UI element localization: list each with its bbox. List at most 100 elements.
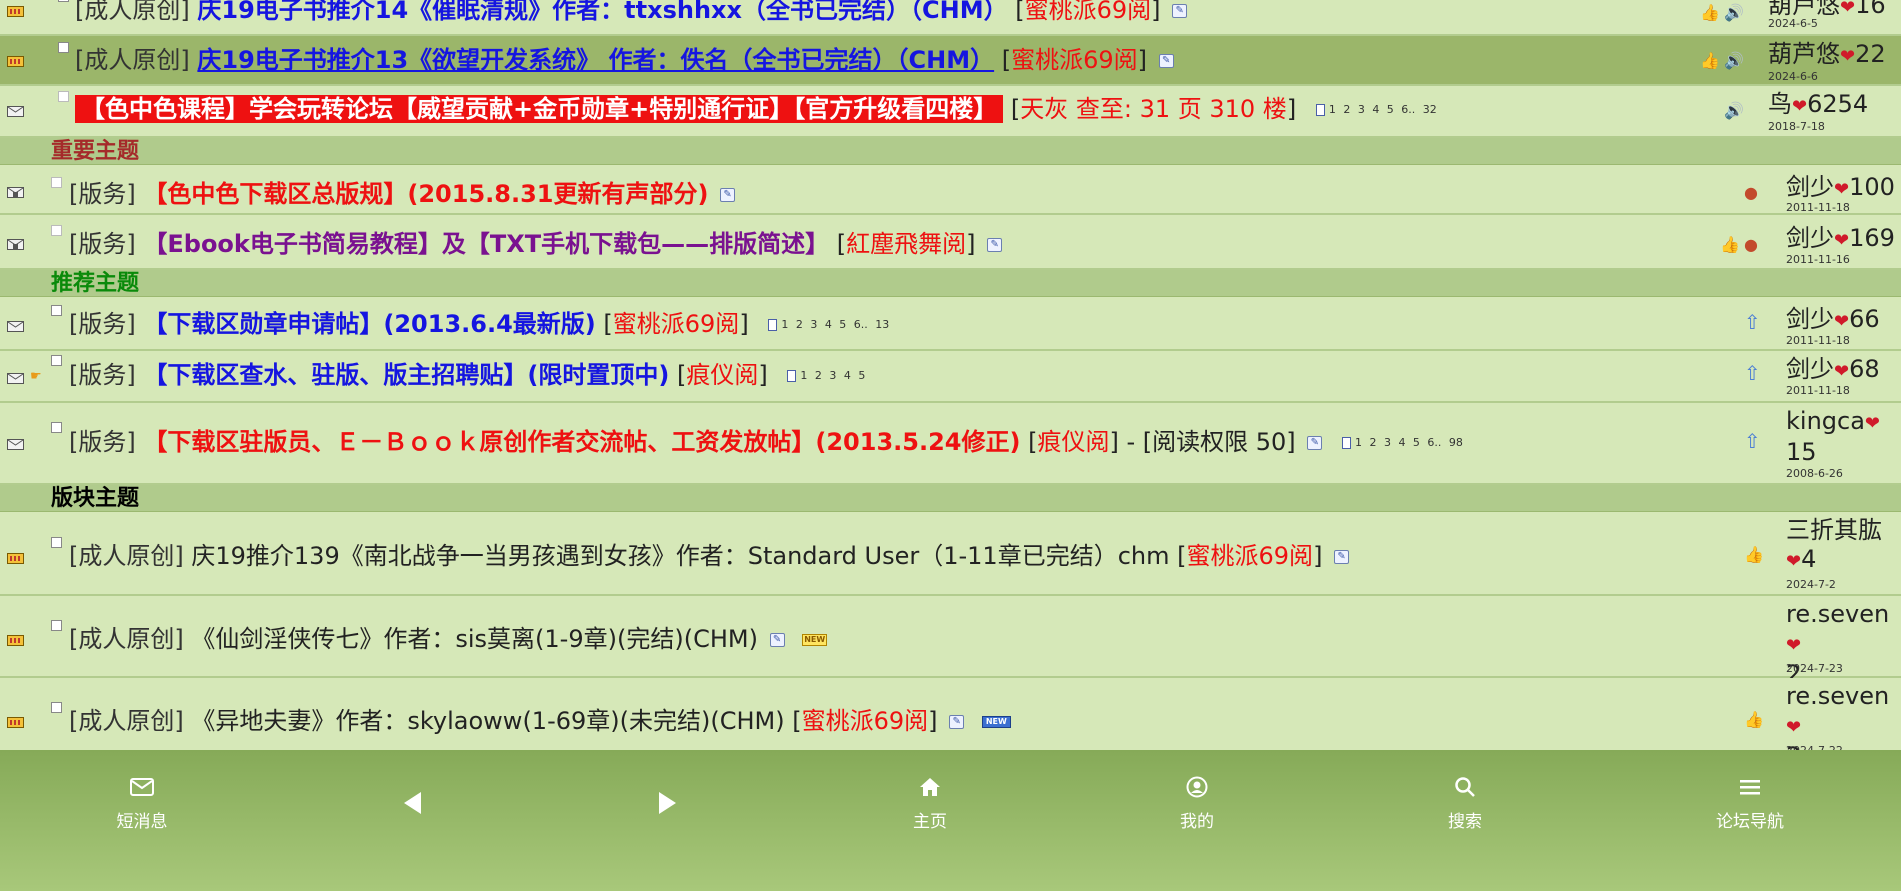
reader-label[interactable]: 蜜桃派69阅	[1011, 46, 1138, 74]
heart-icon: ❤	[1786, 717, 1802, 738]
reply-count: 169	[1849, 224, 1895, 252]
reader-label[interactable]: 蜜桃派69阅	[802, 707, 929, 735]
thread-tag[interactable]: [成人原创]	[69, 542, 184, 570]
thread-title[interactable]: 【下载区驻版员、Ｅ－Ｂｏｏｋ原创作者交流帖、工资发放帖】(2013.5.24修正…	[143, 428, 1020, 456]
post-date: 2024-6-6	[1768, 70, 1818, 83]
thumbs-up-icon: 👍	[1720, 235, 1740, 254]
heart-icon: ❤	[1786, 551, 1802, 572]
nav-mine[interactable]: 我的	[1137, 774, 1257, 832]
select-checkbox[interactable]	[51, 355, 62, 366]
post-date: 2024-7-2	[1786, 578, 1836, 591]
nav-home-label: 主页	[913, 812, 947, 832]
reader-label[interactable]: 蜜桃派69阅	[1025, 0, 1152, 24]
post-date: 2011-11-18	[1786, 384, 1850, 397]
post-date: 2024-7-23	[1786, 662, 1843, 675]
thread-tag[interactable]: [成人原创]	[69, 707, 184, 735]
thread-title[interactable]: 庆19电子书推介13《欲望开发系统》 作者：佚名（全书已完结）（CHM）	[197, 46, 994, 74]
thread-tag[interactable]: [成人原创]	[69, 625, 184, 653]
thread-tag[interactable]: [成人原创]	[75, 46, 190, 74]
thread-tag[interactable]: [成人原创]	[75, 0, 190, 24]
arrow-up-icon: ⇧	[1744, 361, 1761, 385]
thread-tag[interactable]: [版务]	[69, 180, 136, 208]
heart-icon: ❤	[1840, 0, 1856, 18]
thread-row[interactable]: [成人原创] 庆19推介139《南北战争一当男孩遇到女孩》作者：Standard…	[0, 512, 1901, 596]
heart-icon: ❤	[1834, 311, 1850, 332]
thread-row[interactable]: [成人原创] 《仙剑淫侠传七》作者：sis莫离(1-9章)(完结)(CHM) ✎…	[0, 596, 1901, 688]
reader-label[interactable]: 紅塵飛舞阅	[846, 230, 966, 258]
thread-list: [成人原创] 庆19电子书推介14《催眠清规》作者：ttxshhxx（全书已完结…	[0, 0, 1901, 750]
thread-title[interactable]: 【下载区查水、驻版、版主招聘贴】(限时置顶中)	[143, 361, 669, 389]
post-date: 2011-11-16	[1786, 253, 1850, 266]
page-links[interactable]: 1 2 3 4 5 6.. 98	[1355, 436, 1463, 449]
author-name[interactable]: 剑少	[1786, 305, 1834, 333]
author-name[interactable]: re.seven	[1786, 600, 1889, 628]
folder-new-icon	[7, 321, 24, 332]
thread-row[interactable]: [版务] 【色中色下载区总版规】(2015.8.31更新有声部分) ✎ ● 剑少…	[0, 165, 1901, 215]
author-name[interactable]: re.seven	[1786, 682, 1889, 710]
thread-row[interactable]: [版务] 【下载区驻版员、Ｅ－Ｂｏｏｋ原创作者交流帖、工资发放帖】(2013.5…	[0, 403, 1901, 485]
thread-title[interactable]: 【色中色下载区总版规】(2015.8.31更新有声部分)	[143, 180, 708, 208]
select-checkbox[interactable]	[51, 702, 62, 713]
reader-label[interactable]: 蜜桃派69阅	[1187, 542, 1314, 570]
reader-label[interactable]: 痕仪阅	[686, 361, 758, 389]
select-checkbox[interactable]	[51, 620, 62, 631]
author-name[interactable]: 葫芦悠	[1768, 40, 1840, 68]
thread-title[interactable]: 庆19推介139《南北战争一当男孩遇到女孩》作者：Standard User（1…	[191, 542, 1169, 570]
folder-locked-icon	[7, 187, 24, 198]
author-name[interactable]: 三折其肱	[1786, 516, 1882, 544]
thread-title[interactable]: 《仙剑淫侠传七》作者：sis莫离(1-9章)(完结)(CHM)	[191, 625, 758, 653]
select-checkbox[interactable]	[51, 177, 62, 188]
select-checkbox[interactable]	[51, 225, 62, 236]
nav-home[interactable]: 主页	[870, 774, 990, 832]
heart-icon: ❤	[1864, 413, 1881, 434]
nav-back[interactable]	[353, 790, 473, 823]
select-checkbox[interactable]	[58, 42, 69, 53]
folder-new-icon	[7, 439, 24, 450]
thread-tag[interactable]: [版务]	[69, 230, 136, 258]
thread-title[interactable]: 《异地夫妻》作者：skylaoww(1-69章)(未完结)(CHM)	[191, 707, 784, 735]
edit-icon: ✎	[949, 715, 965, 729]
reply-count: 6254	[1807, 90, 1869, 118]
select-checkbox[interactable]	[58, 0, 69, 2]
author-name[interactable]: 剑少	[1786, 355, 1834, 383]
thread-row[interactable]: [版务] 【下载区勋章申请帖】(2013.6.4最新版) [蜜桃派69阅] 1 …	[0, 297, 1901, 351]
thread-row[interactable]: [成人原创] 庆19电子书推介14《催眠清规》作者：ttxshhxx（全书已完结…	[0, 0, 1901, 36]
reply-count: 16	[1855, 0, 1886, 19]
nav-forum[interactable]: 论坛导航	[1690, 774, 1810, 832]
reader-label[interactable]: 痕仪阅	[1037, 428, 1109, 456]
home-icon	[920, 778, 940, 796]
select-checkbox[interactable]	[51, 422, 62, 433]
nav-search[interactable]: 搜索	[1405, 774, 1525, 832]
thread-row[interactable]: [成人原创] 庆19电子书推介13《欲望开发系统》 作者：佚名（全书已完结）（C…	[0, 36, 1901, 86]
arrow-right-icon	[659, 792, 676, 814]
page-links[interactable]: 1 2 3 4 5 6.. 13	[781, 318, 889, 331]
thread-title[interactable]: 【下载区勋章申请帖】(2013.6.4最新版)	[143, 310, 595, 338]
select-checkbox[interactable]	[51, 305, 62, 316]
page-links[interactable]: 1 2 3 4 5 6.. 32	[1329, 103, 1437, 116]
folder-locked-icon	[7, 239, 24, 250]
page-links[interactable]: 1 2 3 4 5	[800, 369, 865, 382]
thread-tag[interactable]: [版务]	[69, 310, 136, 338]
arrow-left-icon	[404, 792, 421, 814]
thread-row[interactable]: 【色中色课程】学会玩转论坛【威望贡献+金币勋章+特别通行证】【官方升级看四楼】 …	[0, 86, 1901, 138]
nav-forward[interactable]	[607, 790, 727, 823]
author-name[interactable]: 鸟	[1768, 90, 1792, 118]
author-name[interactable]: 剑少	[1786, 173, 1834, 201]
page-icon	[1341, 437, 1351, 449]
thread-row[interactable]: ☛ [版务] 【下载区查水、驻版、版主招聘贴】(限时置顶中) [痕仪阅] 1 2…	[0, 351, 1901, 403]
select-checkbox[interactable]	[51, 537, 62, 548]
author-name[interactable]: kingca	[1786, 407, 1865, 435]
author-name[interactable]: 剑少	[1786, 224, 1834, 252]
thread-row[interactable]: [版务] 【Ebook电子书简易教程】及【TXT手机下载包——排版简述】 [紅塵…	[0, 215, 1901, 270]
thread-title[interactable]: 【Ebook电子书简易教程】及【TXT手机下载包——排版简述】	[143, 230, 829, 258]
thread-row[interactable]: [成人原创] 《异地夫妻》作者：skylaoww(1-69章)(未完结)(CHM…	[0, 678, 1901, 750]
last-page-info[interactable]: 天灰 查至: 31 页 310 楼	[1020, 95, 1287, 123]
thread-tag[interactable]: [版务]	[69, 361, 136, 389]
nav-messages[interactable]: 短消息	[82, 774, 202, 832]
thread-tag[interactable]: [版务]	[69, 428, 136, 456]
reply-count: 15	[1786, 438, 1817, 466]
thread-title[interactable]: 庆19电子书推介14《催眠清规》作者：ttxshhxx（全书已完结）（CHM）	[197, 0, 1007, 24]
thread-title-banner[interactable]: 【色中色课程】学会玩转论坛【威望贡献+金币勋章+特别通行证】【官方升级看四楼】	[75, 95, 1004, 123]
reader-label[interactable]: 蜜桃派69阅	[613, 310, 740, 338]
select-checkbox[interactable]	[58, 91, 69, 102]
